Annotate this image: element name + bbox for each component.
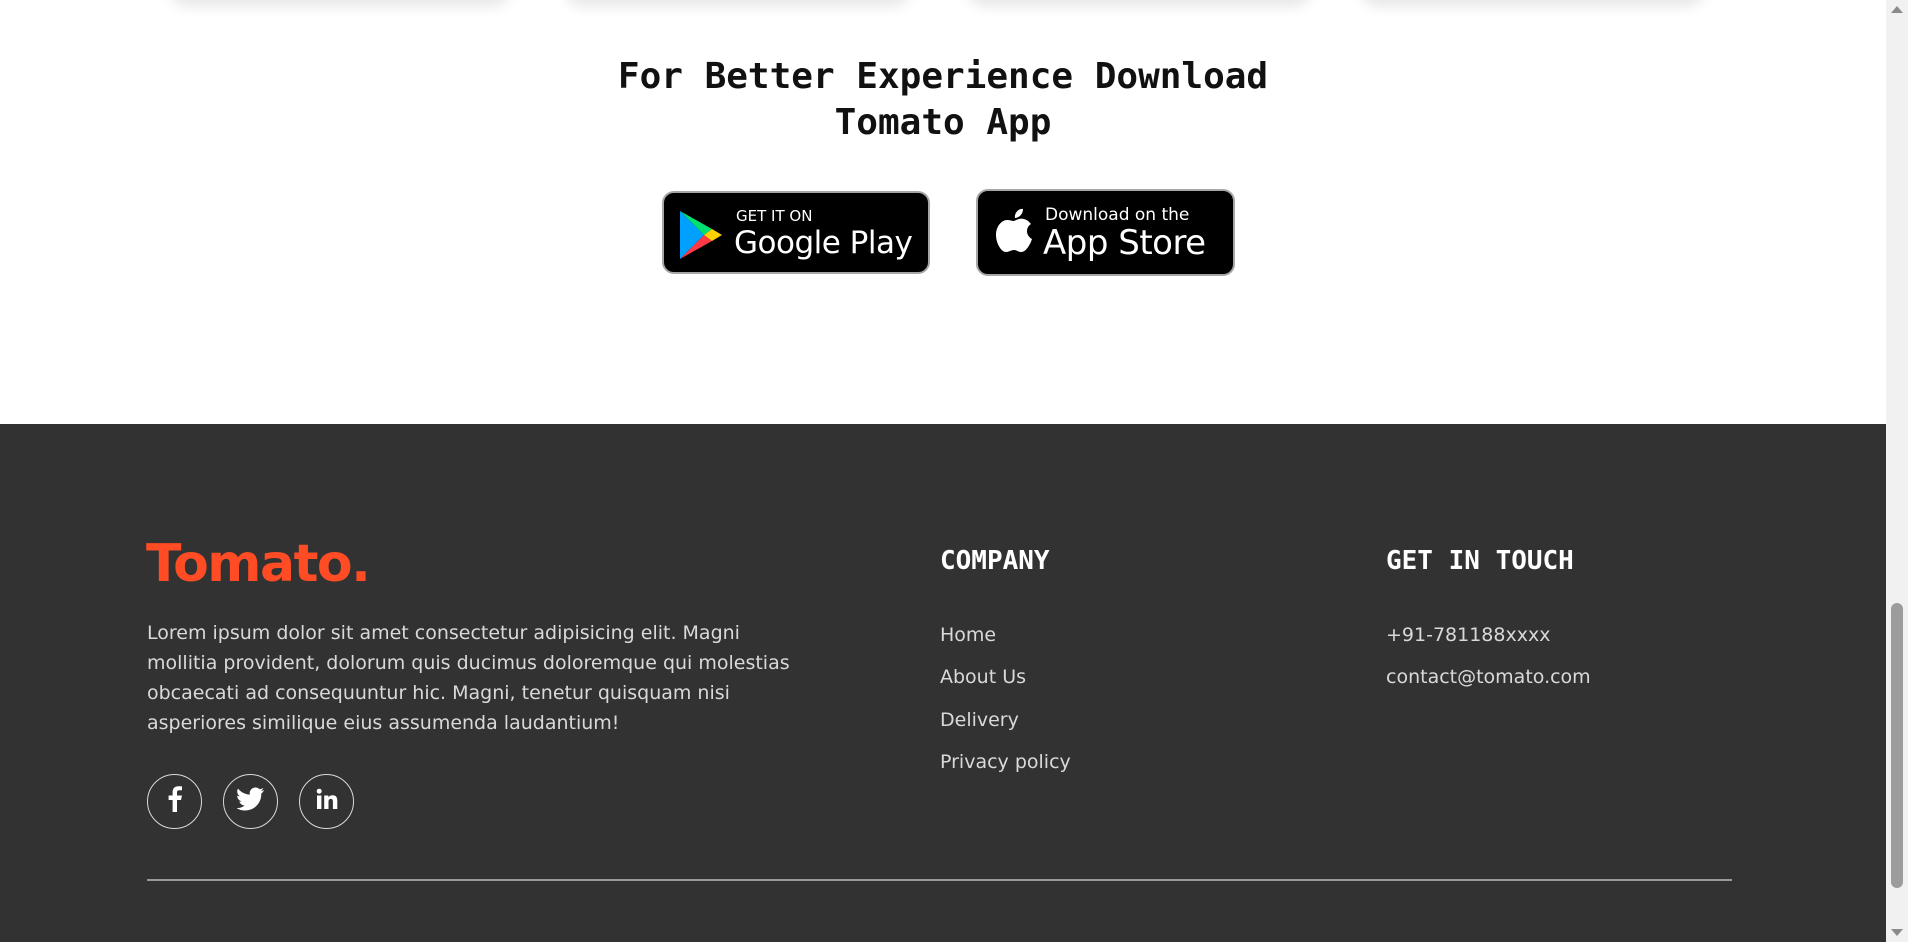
app-store-button[interactable]: Download on the App Store bbox=[976, 189, 1235, 276]
footer-link-about-us[interactable]: About Us bbox=[940, 666, 1026, 688]
footer-logo[interactable]: Tomato. bbox=[146, 534, 371, 594]
get-in-touch-heading: GET IN TOUCH bbox=[1386, 546, 1574, 576]
app-store-small-text: Download on the bbox=[1045, 205, 1190, 225]
scroll-up-arrow-icon[interactable] bbox=[1891, 6, 1903, 13]
linkedin-icon bbox=[316, 788, 338, 815]
linkedin-button[interactable] bbox=[299, 774, 354, 829]
google-play-small-text: GET IT ON bbox=[736, 207, 813, 225]
google-play-icon bbox=[678, 209, 724, 266]
footer-link-privacy-policy[interactable]: Privacy policy bbox=[940, 751, 1071, 773]
facebook-icon bbox=[167, 786, 183, 817]
facebook-button[interactable] bbox=[147, 774, 202, 829]
download-title: For Better Experience Download Tomato Ap… bbox=[0, 54, 1886, 146]
google-play-button[interactable]: GET IT ON Google Play bbox=[662, 191, 930, 274]
footer-divider bbox=[147, 879, 1732, 881]
twitter-icon bbox=[235, 787, 265, 816]
scrollbar-thumb[interactable] bbox=[1891, 603, 1903, 888]
vertical-scrollbar[interactable] bbox=[1886, 0, 1908, 942]
app-download-section: For Better Experience Download Tomato Ap… bbox=[0, 0, 1886, 424]
footer-about-text: Lorem ipsum dolor sit amet consectetur a… bbox=[147, 622, 790, 734]
footer-link-home[interactable]: Home bbox=[940, 624, 996, 646]
page: For Better Experience Download Tomato Ap… bbox=[0, 0, 1908, 942]
google-play-big-text: Google Play bbox=[734, 225, 913, 261]
apple-icon bbox=[994, 205, 1034, 260]
footer: Tomato. Lorem ipsum dolor sit amet conse… bbox=[0, 424, 1886, 942]
company-heading: COMPANY bbox=[940, 546, 1050, 576]
contact-email[interactable]: contact@tomato.com bbox=[1386, 666, 1591, 688]
footer-link-delivery[interactable]: Delivery bbox=[940, 709, 1019, 731]
contact-phone: +91-781188xxxx bbox=[1386, 624, 1551, 646]
app-store-big-text: App Store bbox=[1043, 223, 1206, 263]
scroll-down-arrow-icon[interactable] bbox=[1891, 929, 1903, 936]
twitter-button[interactable] bbox=[223, 774, 278, 829]
download-title-line2: Tomato App bbox=[834, 102, 1052, 143]
download-title-line1: For Better Experience Download bbox=[617, 56, 1269, 97]
